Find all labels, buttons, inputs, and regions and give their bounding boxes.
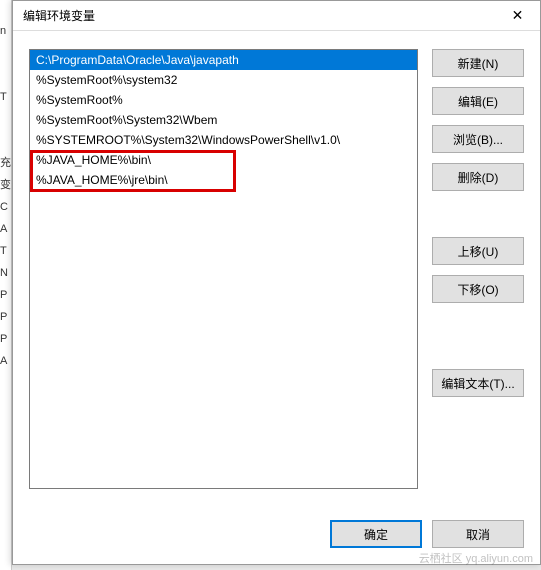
ok-button[interactable]: 确定 [330, 520, 422, 548]
bg-char [0, 64, 11, 86]
dialog-body: C:\ProgramData\Oracle\Java\javapath%Syst… [13, 31, 540, 508]
list-item[interactable]: %SystemRoot% [30, 90, 417, 110]
browse-button[interactable]: 浏览(B)... [432, 125, 524, 153]
bg-char: A [0, 350, 11, 372]
titlebar: 编辑环境变量 ✕ [13, 1, 540, 31]
bg-char [0, 42, 11, 64]
bg-char: T [0, 86, 11, 108]
bg-char: A [0, 218, 11, 240]
dialog-title: 编辑环境变量 [23, 7, 495, 24]
new-button[interactable]: 新建(N) [432, 49, 524, 77]
button-sidebar: 新建(N) 编辑(E) 浏览(B)... 删除(D) 上移(U) 下移(O) 编… [432, 49, 524, 508]
list-item[interactable]: %SystemRoot%\System32\Wbem [30, 110, 417, 130]
spacer [432, 201, 524, 227]
spacer [432, 313, 524, 359]
moveup-button[interactable]: 上移(U) [432, 237, 524, 265]
bg-char: P [0, 306, 11, 328]
edittext-button[interactable]: 编辑文本(T)... [432, 369, 524, 397]
list-item[interactable]: %SYSTEMROOT%\System32\WindowsPowerShell\… [30, 130, 417, 150]
close-icon: ✕ [512, 7, 524, 24]
path-listbox[interactable]: C:\ProgramData\Oracle\Java\javapath%Syst… [29, 49, 418, 489]
edit-env-var-dialog: 编辑环境变量 ✕ C:\ProgramData\Oracle\Java\java… [12, 0, 541, 565]
bg-char: P [0, 328, 11, 350]
delete-button[interactable]: 删除(D) [432, 163, 524, 191]
edit-button[interactable]: 编辑(E) [432, 87, 524, 115]
bg-char [0, 130, 11, 152]
list-item[interactable]: %SystemRoot%\system32 [30, 70, 417, 90]
bg-char: n [0, 20, 11, 42]
bg-char [0, 108, 11, 130]
bg-char: T [0, 240, 11, 262]
list-item[interactable]: C:\ProgramData\Oracle\Java\javapath [30, 50, 417, 70]
background-window-strip: nT充变CATNPPPA [0, 0, 12, 570]
bg-char: P [0, 284, 11, 306]
close-button[interactable]: ✕ [495, 1, 540, 31]
list-item[interactable]: %JAVA_HOME%\bin\ [30, 150, 417, 170]
bg-char: 充 [0, 152, 11, 174]
movedown-button[interactable]: 下移(O) [432, 275, 524, 303]
list-item[interactable]: %JAVA_HOME%\jre\bin\ [30, 170, 417, 190]
bg-char: 变 [0, 174, 11, 196]
bg-char: N [0, 262, 11, 284]
cancel-button[interactable]: 取消 [432, 520, 524, 548]
dialog-footer: 确定 取消 [13, 508, 540, 564]
bg-char: C [0, 196, 11, 218]
